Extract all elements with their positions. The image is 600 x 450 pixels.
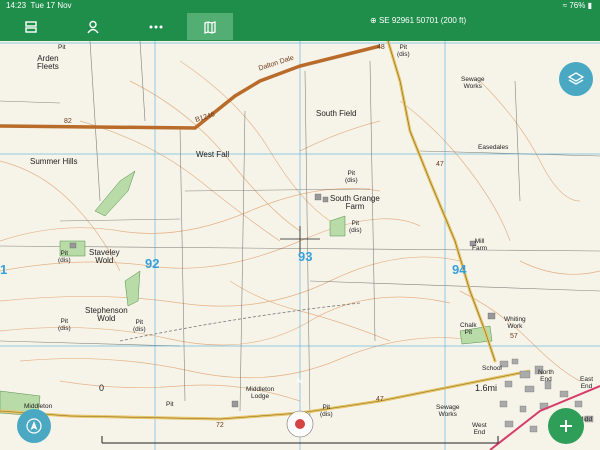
top-toolbar: 14:23 Tue 17 Nov ≈ 76% ▮ ⊕ SE 92961 5070… [0, 0, 600, 41]
label-road-47-bottom: 47 [376, 396, 384, 403]
map-icon [204, 20, 216, 34]
label-pit-dis-staveley: Pit (dis) [58, 250, 71, 264]
label-road-72: 72 [216, 422, 224, 429]
navigation-arrow-icon [26, 418, 42, 434]
label-road-48: 48 [377, 44, 385, 51]
more-dots-icon [149, 25, 163, 28]
locate-button[interactable] [17, 409, 51, 443]
scale-bar [100, 431, 500, 445]
status-time: 14:23 [6, 1, 27, 10]
label-school: School [482, 365, 502, 372]
compass-north-label: N [297, 378, 303, 385]
layers-button[interactable] [559, 62, 593, 96]
map-button[interactable] [187, 13, 233, 40]
label-pit-bottom: Pit [166, 401, 174, 408]
status-bar: 14:23 Tue 17 Nov ≈ 76% ▮ [0, 0, 600, 12]
profile-button[interactable] [70, 13, 116, 40]
label-summer-hills: Summer Hills [30, 157, 78, 166]
wifi-icon: ≈ [562, 1, 568, 10]
label-mill-farm: Mill Farm [472, 238, 488, 252]
label-road-47: 47 [436, 161, 444, 168]
battery-percent: 76% [569, 1, 586, 10]
label-south-grange-farm: South Grange Farm [330, 194, 380, 211]
label-arden-fleets: Arden Fleets [37, 54, 59, 71]
label-north-end: North End [538, 369, 554, 383]
more-button[interactable] [133, 13, 179, 40]
os-map[interactable]: Arden Fleets Dalton Dale South Field Sum… [0, 41, 600, 450]
label-sewage-works-top: Sewage Works [461, 76, 485, 90]
label-easedales: Easedales [478, 144, 509, 151]
scale-start-label: 0 [99, 383, 105, 393]
label-south-field: South Field [316, 109, 357, 118]
scale-end-label: 1.6mi [475, 383, 498, 393]
scale-bar-line [101, 436, 499, 444]
routes-button[interactable] [8, 13, 54, 40]
signpost-icon [25, 20, 37, 33]
label-stephenson-wold: Stephenson Wold [85, 306, 128, 323]
status-date: Tue 17 Nov [30, 1, 72, 10]
crosshair-icon: ⊕ [370, 16, 377, 25]
label-west-fall: West Fall [196, 150, 230, 159]
grid-number-92: 92 [145, 256, 160, 271]
plus-icon [560, 420, 572, 432]
grid-number-edge: 1 [0, 262, 8, 277]
battery-icon: ▮ [587, 1, 592, 10]
label-sewage-works-bottom: Sewage Works [436, 404, 460, 418]
label-pit-dis-west: Pit (dis) [58, 318, 71, 332]
label-chalk-pit: Chalk Pit [460, 322, 477, 336]
layers-icon [567, 72, 585, 85]
label-road-57: 57 [510, 333, 518, 340]
label-pit-dis-top: Pit (dis) [397, 44, 410, 58]
label-middleton-lodge: Middleton Lodge [246, 386, 275, 400]
label-staveley-wold: Staveley Wold [89, 248, 120, 265]
label-pit-dis-grange: Pit (dis) [349, 220, 362, 234]
label-road-82: 82 [64, 118, 72, 125]
add-button[interactable] [548, 408, 584, 444]
label-pit-dis-stephenson: Pit (dis) [133, 319, 146, 333]
grid-reference: SE 92961 50701 (200 ft) [378, 16, 467, 25]
label-east-end: East End [580, 376, 594, 390]
map-graphics [0, 41, 600, 450]
grid-number-94: 94 [452, 262, 467, 277]
label-arden-pit: Pit [58, 44, 66, 51]
grid-number-93: 93 [298, 249, 313, 264]
woodland [0, 170, 493, 417]
label-whiting-work: Whiting Work [504, 316, 526, 330]
label-pit-dis-bottom: Pit (dis) [320, 404, 333, 418]
user-icon [87, 20, 99, 33]
railway [119, 302, 361, 342]
label-pit-dis-south: Pit (dis) [345, 170, 358, 184]
